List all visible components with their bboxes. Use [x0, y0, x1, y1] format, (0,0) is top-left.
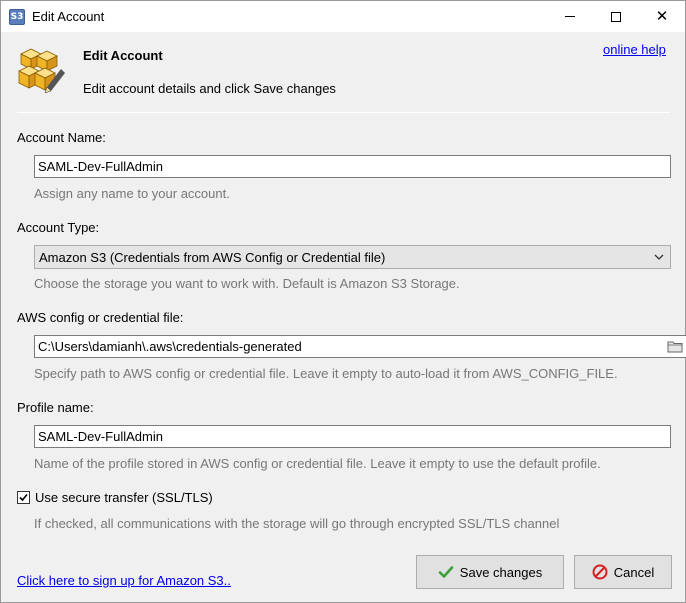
cancel-label: Cancel [613, 564, 655, 580]
maximize-icon [611, 11, 621, 22]
profile-name-label: Profile name: [17, 400, 94, 415]
minimize-icon [565, 16, 575, 17]
online-help-link[interactable]: online help [603, 42, 666, 57]
secure-transfer-hint: If checked, all communications with the … [34, 516, 560, 531]
profile-name-hint: Name of the profile stored in AWS config… [34, 456, 601, 471]
account-name-hint: Assign any name to your account. [34, 186, 230, 201]
minimize-button[interactable] [547, 1, 593, 32]
header-title: Edit Account [83, 48, 163, 63]
chevron-down-icon [654, 254, 664, 260]
account-type-selected: Amazon S3 (Credentials from AWS Config o… [39, 250, 386, 265]
profile-name-input[interactable]: SAML-Dev-FullAdmin [34, 425, 671, 448]
cancel-button[interactable]: Cancel [574, 555, 672, 589]
close-icon: ✕ [655, 7, 669, 25]
account-type-label: Account Type: [17, 220, 100, 235]
header-divider [17, 112, 670, 113]
config-file-label: AWS config or credential file: [17, 310, 184, 325]
account-type-select[interactable]: Amazon S3 (Credentials from AWS Config o… [34, 245, 671, 269]
secure-transfer-row[interactable]: Use secure transfer (SSL/TLS) [17, 490, 213, 505]
account-type-hint: Choose the storage you want to work with… [34, 276, 460, 291]
save-changes-button[interactable]: Save changes [416, 555, 564, 589]
account-name-input[interactable]: SAML-Dev-FullAdmin [34, 155, 671, 178]
close-button[interactable]: ✕ [639, 1, 685, 32]
cancel-circle-icon [592, 564, 608, 580]
config-file-hint: Specify path to AWS config or credential… [34, 366, 618, 381]
config-file-input[interactable]: C:\Users\damianh\.aws\credentials-genera… [34, 335, 686, 358]
maximize-button[interactable] [593, 1, 639, 32]
title-bar: S3 Edit Account ✕ [1, 1, 685, 32]
header-subtitle: Edit account details and click Save chan… [83, 81, 336, 96]
save-changes-label: Save changes [459, 564, 543, 580]
secure-transfer-label[interactable]: Use secure transfer (SSL/TLS) [35, 490, 213, 505]
secure-transfer-checkbox[interactable] [17, 491, 30, 504]
signup-link[interactable]: Click here to sign up for Amazon S3.. [17, 573, 231, 588]
s3-app-icon: S3 [9, 9, 25, 25]
account-name-label: Account Name: [17, 130, 106, 145]
cubes-pencil-icon [18, 48, 65, 94]
window-title: Edit Account [32, 9, 105, 24]
edit-account-window: S3 Edit Account ✕ Edit Account Edit acco… [0, 0, 686, 603]
checkmark-icon [19, 493, 28, 502]
config-file-value: C:\Users\damianh\.aws\credentials-genera… [38, 339, 302, 354]
folder-icon[interactable] [667, 339, 683, 353]
checkmark-icon [438, 566, 454, 578]
